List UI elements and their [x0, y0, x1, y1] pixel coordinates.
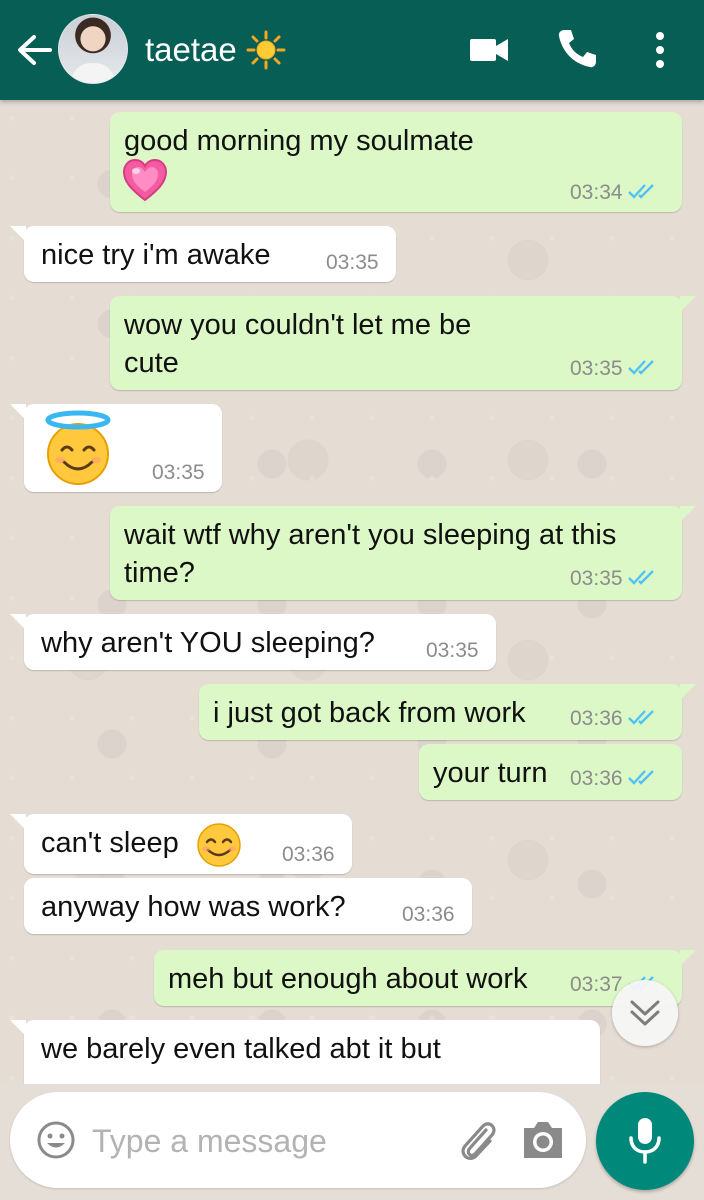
message-time: 03:36	[570, 707, 623, 730]
message-meta: 03:35	[570, 356, 657, 382]
message-text: we barely even talked abt it but	[41, 1033, 441, 1065]
message-composer	[10, 1092, 586, 1188]
message-outgoing[interactable]: meh but enough about work 03:37	[154, 950, 696, 1006]
message-outgoing[interactable]: good morning my soulmate 03:34	[110, 112, 682, 212]
message-meta: 03:34	[570, 180, 657, 206]
message-meta: 03:35	[570, 566, 657, 592]
scroll-to-bottom-button[interactable]	[612, 980, 678, 1046]
message-meta: 03:36	[570, 706, 657, 732]
message-time: 03:34	[570, 181, 623, 204]
message-incoming[interactable]: why aren't YOU sleeping? 03:35	[10, 614, 496, 670]
message-time: 03:36	[402, 903, 455, 926]
message-incoming[interactable]: can't sleep 03:36	[10, 814, 352, 874]
message-text: nice try i'm awake	[41, 239, 271, 271]
message-outgoing[interactable]: your turn 03:36	[419, 744, 682, 800]
message-time: 03:35	[426, 639, 479, 662]
more-vertical-icon	[656, 32, 664, 68]
camera-button[interactable]	[520, 1118, 566, 1162]
attach-button[interactable]	[456, 1116, 500, 1164]
message-text: can't sleep	[41, 827, 179, 859]
message-text: good morning my soulmate	[124, 125, 474, 157]
emoji-button[interactable]	[36, 1120, 76, 1160]
video-call-button[interactable]	[468, 30, 510, 70]
smiling-face-icon	[197, 823, 241, 867]
arrow-left-icon	[18, 35, 52, 65]
double-check-icon	[627, 770, 654, 785]
double-check-icon	[627, 710, 654, 725]
double-check-icon	[627, 184, 654, 199]
message-time: 03:35	[570, 357, 623, 380]
voice-call-button[interactable]	[554, 26, 598, 70]
microphone-icon	[629, 1118, 661, 1164]
sun-icon	[246, 30, 286, 70]
emoji-icon	[37, 1121, 75, 1159]
message-time: 03:35	[152, 461, 205, 484]
message-text: anyway how was work?	[41, 891, 346, 923]
voice-message-button[interactable]	[596, 1092, 694, 1190]
message-text: wow you couldn't let me be cute	[124, 309, 480, 379]
smiling-face-with-halo-icon	[45, 410, 111, 485]
message-outgoing[interactable]: wow you couldn't let me be cute 03:35	[110, 296, 696, 390]
message-text: why aren't YOU sleeping?	[41, 627, 375, 659]
message-incoming[interactable]: anyway how was work? 03:36	[24, 878, 472, 934]
more-options-button[interactable]	[648, 28, 672, 72]
message-meta: 03:36	[570, 766, 657, 792]
message-incoming[interactable]: nice try i'm awake 03:35	[10, 226, 396, 282]
message-input[interactable]	[90, 1116, 444, 1166]
avatar[interactable]	[58, 14, 128, 84]
message-incoming[interactable]: 03:35	[10, 404, 222, 492]
phone-icon	[558, 30, 596, 68]
paperclip-icon	[461, 1122, 496, 1160]
message-time: 03:36	[282, 843, 335, 866]
message-time: 03:36	[570, 767, 623, 790]
chat-header: taetae	[0, 0, 704, 100]
message-text: meh but enough about work	[168, 963, 528, 995]
video-camera-icon	[470, 39, 508, 61]
message-outgoing[interactable]: i just got back from work 03:36	[199, 684, 696, 740]
message-time: 03:35	[570, 567, 623, 590]
message-text: i just got back from work	[213, 697, 526, 729]
message-text: your turn	[433, 757, 548, 789]
pink-heart-icon	[122, 158, 168, 202]
camera-icon	[524, 1122, 562, 1158]
back-button[interactable]	[14, 28, 54, 72]
message-outgoing[interactable]: wait wtf why aren't you sleeping at this…	[110, 506, 696, 600]
double-check-icon	[627, 570, 654, 585]
message-list[interactable]: good morning my soulmate 03:34 nice try …	[0, 100, 704, 1084]
message-incoming[interactable]: we barely even talked abt it but	[10, 1020, 600, 1084]
message-time: 03:35	[326, 251, 379, 274]
contact-name[interactable]: taetae	[145, 28, 237, 72]
double-check-icon	[627, 360, 654, 375]
chevron-double-down-icon	[630, 1000, 660, 1026]
